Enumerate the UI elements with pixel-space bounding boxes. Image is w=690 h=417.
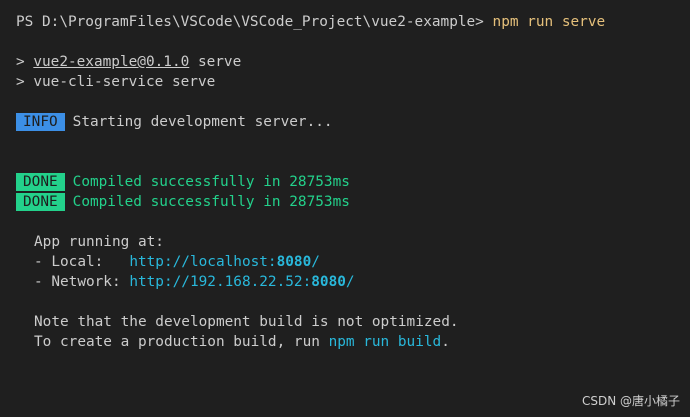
network-url-line: - Network: http://192.168.22.52:8080/ xyxy=(16,272,674,292)
terminal-panel[interactable]: PS D:\ProgramFiles\VSCode\VSCode_Project… xyxy=(0,0,690,417)
script-line-1: > vue2-example@0.1.0 serve xyxy=(16,52,674,72)
package-name-link[interactable]: vue2-example@0.1.0 xyxy=(33,54,189,70)
done-badge: DONE xyxy=(16,193,65,211)
local-label: - Local: xyxy=(34,254,130,270)
note-line-1: Note that the development build is not o… xyxy=(34,314,459,330)
prompt-command: npm run serve xyxy=(492,14,606,30)
script-marker: > xyxy=(16,74,34,90)
note-line-2: To create a production build, run npm ru… xyxy=(16,332,674,352)
prompt-line: PS D:\ProgramFiles\VSCode\VSCode_Project… xyxy=(16,12,674,32)
network-port: 8080 xyxy=(311,274,346,290)
local-url-line: - Local: http://localhost:8080/ xyxy=(16,252,674,272)
done-message: Compiled successfully in 28753ms xyxy=(72,194,350,210)
network-url-suffix: / xyxy=(345,274,355,290)
info-line: INFO Starting development server... xyxy=(16,112,674,132)
build-command: npm run build xyxy=(328,334,442,350)
local-url-prefix: http://localhost: xyxy=(129,254,277,270)
info-badge: INFO xyxy=(16,113,65,131)
script-rest: serve xyxy=(189,54,242,70)
script-text: vue-cli-service serve xyxy=(33,74,216,90)
prompt-path: PS D:\ProgramFiles\VSCode\VSCode_Project… xyxy=(16,14,484,30)
csdn-watermark: CSDN @唐小橘子 xyxy=(581,394,680,408)
local-port: 8080 xyxy=(276,254,312,270)
info-message: Starting development server... xyxy=(72,114,333,130)
script-line-2: > vue-cli-service serve xyxy=(16,72,674,92)
network-label: - Network: xyxy=(34,274,130,290)
done-line-1: DONE Compiled successfully in 28753ms xyxy=(16,172,674,192)
script-marker: > xyxy=(16,54,34,70)
done-line-2: DONE Compiled successfully in 28753ms xyxy=(16,192,674,212)
network-url-prefix: http://192.168.22.52: xyxy=(129,274,312,290)
local-url-link[interactable]: http://localhost:8080/ xyxy=(129,254,320,270)
done-message: Compiled successfully in 28753ms xyxy=(72,174,350,190)
network-url-link[interactable]: http://192.168.22.52:8080/ xyxy=(129,274,354,290)
note-prefix: To create a production build, run xyxy=(34,334,329,350)
done-badge: DONE xyxy=(16,173,65,191)
app-running-heading: App running at: xyxy=(34,234,164,250)
note-suffix: . xyxy=(441,334,450,350)
local-url-suffix: / xyxy=(311,254,320,270)
